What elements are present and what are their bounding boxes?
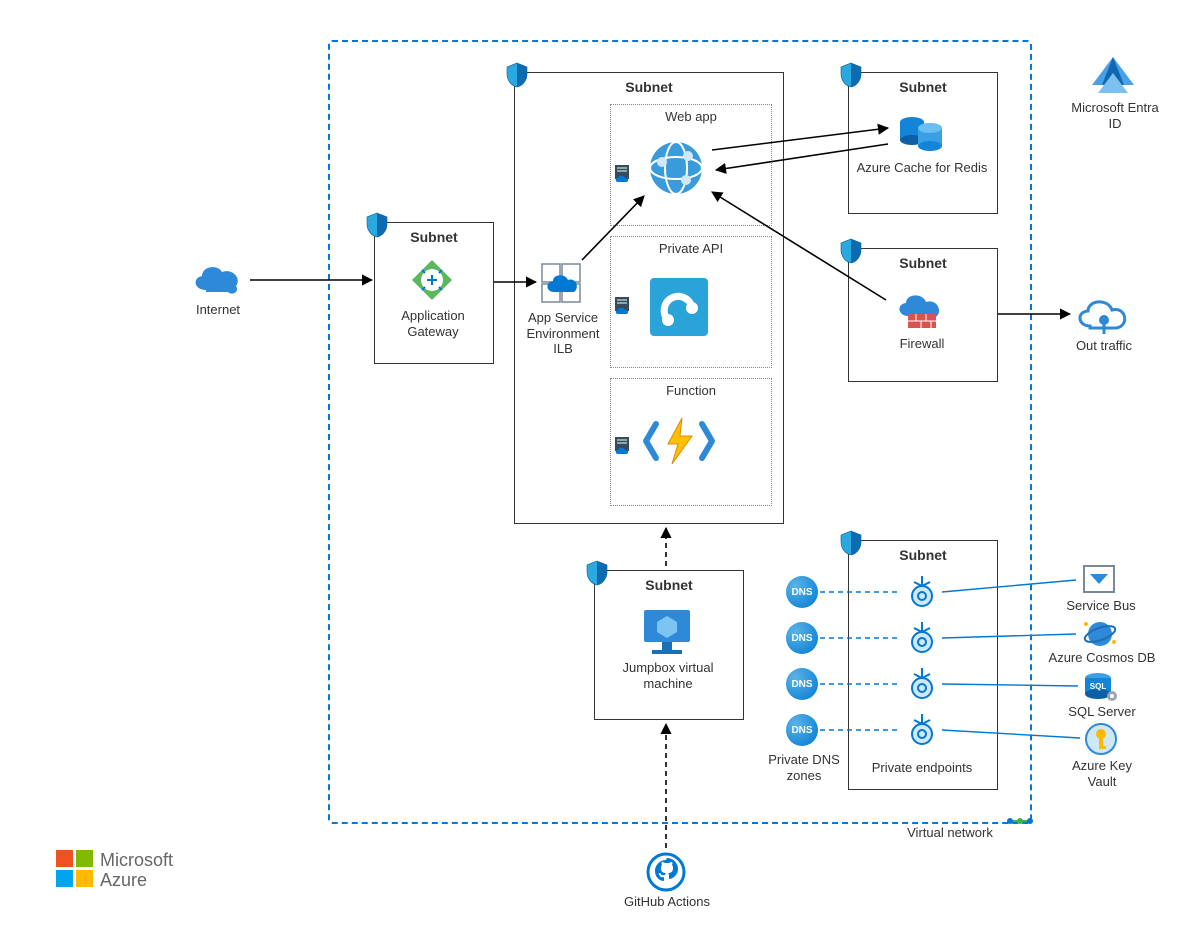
- connectors-layer: [0, 0, 1201, 927]
